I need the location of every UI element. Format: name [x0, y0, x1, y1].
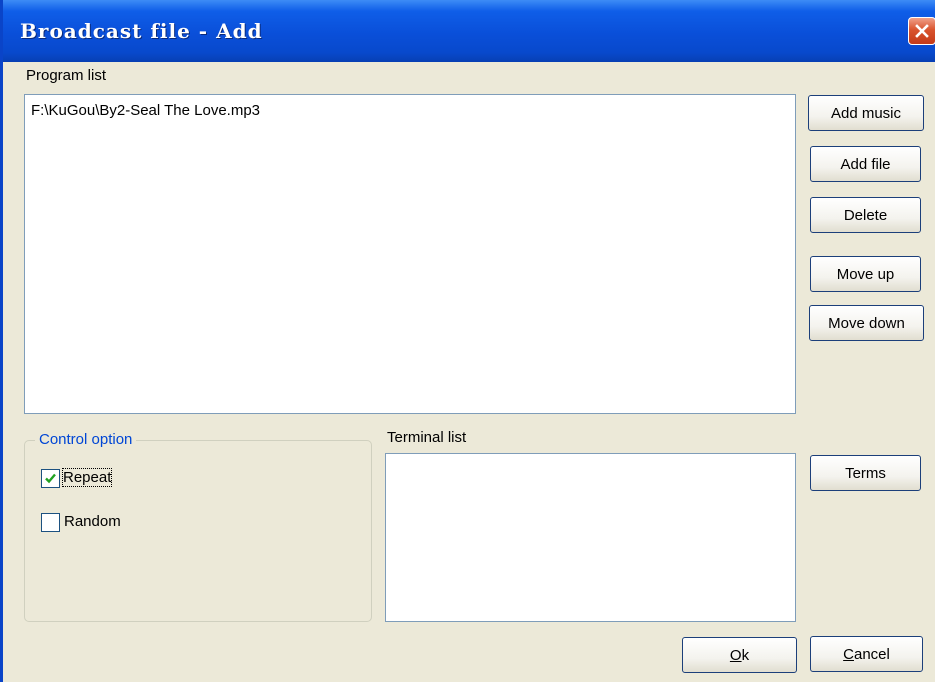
list-item[interactable]: F:\KuGou\By2-Seal The Love.mp3	[25, 95, 795, 119]
program-list[interactable]: F:\KuGou\By2-Seal The Love.mp3	[24, 94, 796, 414]
close-button[interactable]	[908, 17, 935, 45]
ok-label: k	[741, 646, 750, 664]
program-list-label: Program list	[26, 67, 107, 84]
ok-mnemonic: O	[729, 646, 742, 664]
close-icon	[915, 24, 929, 38]
terms-button[interactable]: Terms	[810, 455, 921, 491]
window-title: Broadcast file - Add	[20, 19, 263, 43]
ok-button[interactable]: Ok	[682, 637, 797, 673]
add-music-button[interactable]: Add music	[808, 95, 924, 131]
terminal-list[interactable]	[385, 453, 796, 622]
delete-button[interactable]: Delete	[810, 197, 921, 233]
repeat-label[interactable]: Repeat	[61, 468, 113, 487]
cancel-button[interactable]: Cancel	[810, 636, 923, 672]
repeat-checkbox[interactable]	[41, 469, 60, 488]
terminal-list-label: Terminal list	[387, 429, 467, 446]
add-file-button[interactable]: Add file	[810, 146, 921, 182]
cancel-mnemonic: C	[843, 645, 854, 663]
cancel-label: ancel	[853, 645, 890, 663]
checkmark-icon	[45, 473, 56, 484]
control-option-label: Control option	[35, 431, 137, 448]
random-checkbox[interactable]	[41, 513, 60, 532]
control-option-group: Control option	[24, 431, 372, 622]
title-bar[interactable]: Broadcast file - Add	[3, 0, 935, 62]
random-label[interactable]: Random	[64, 513, 121, 530]
move-down-button[interactable]: Move down	[809, 305, 924, 341]
move-up-button[interactable]: Move up	[810, 256, 921, 292]
